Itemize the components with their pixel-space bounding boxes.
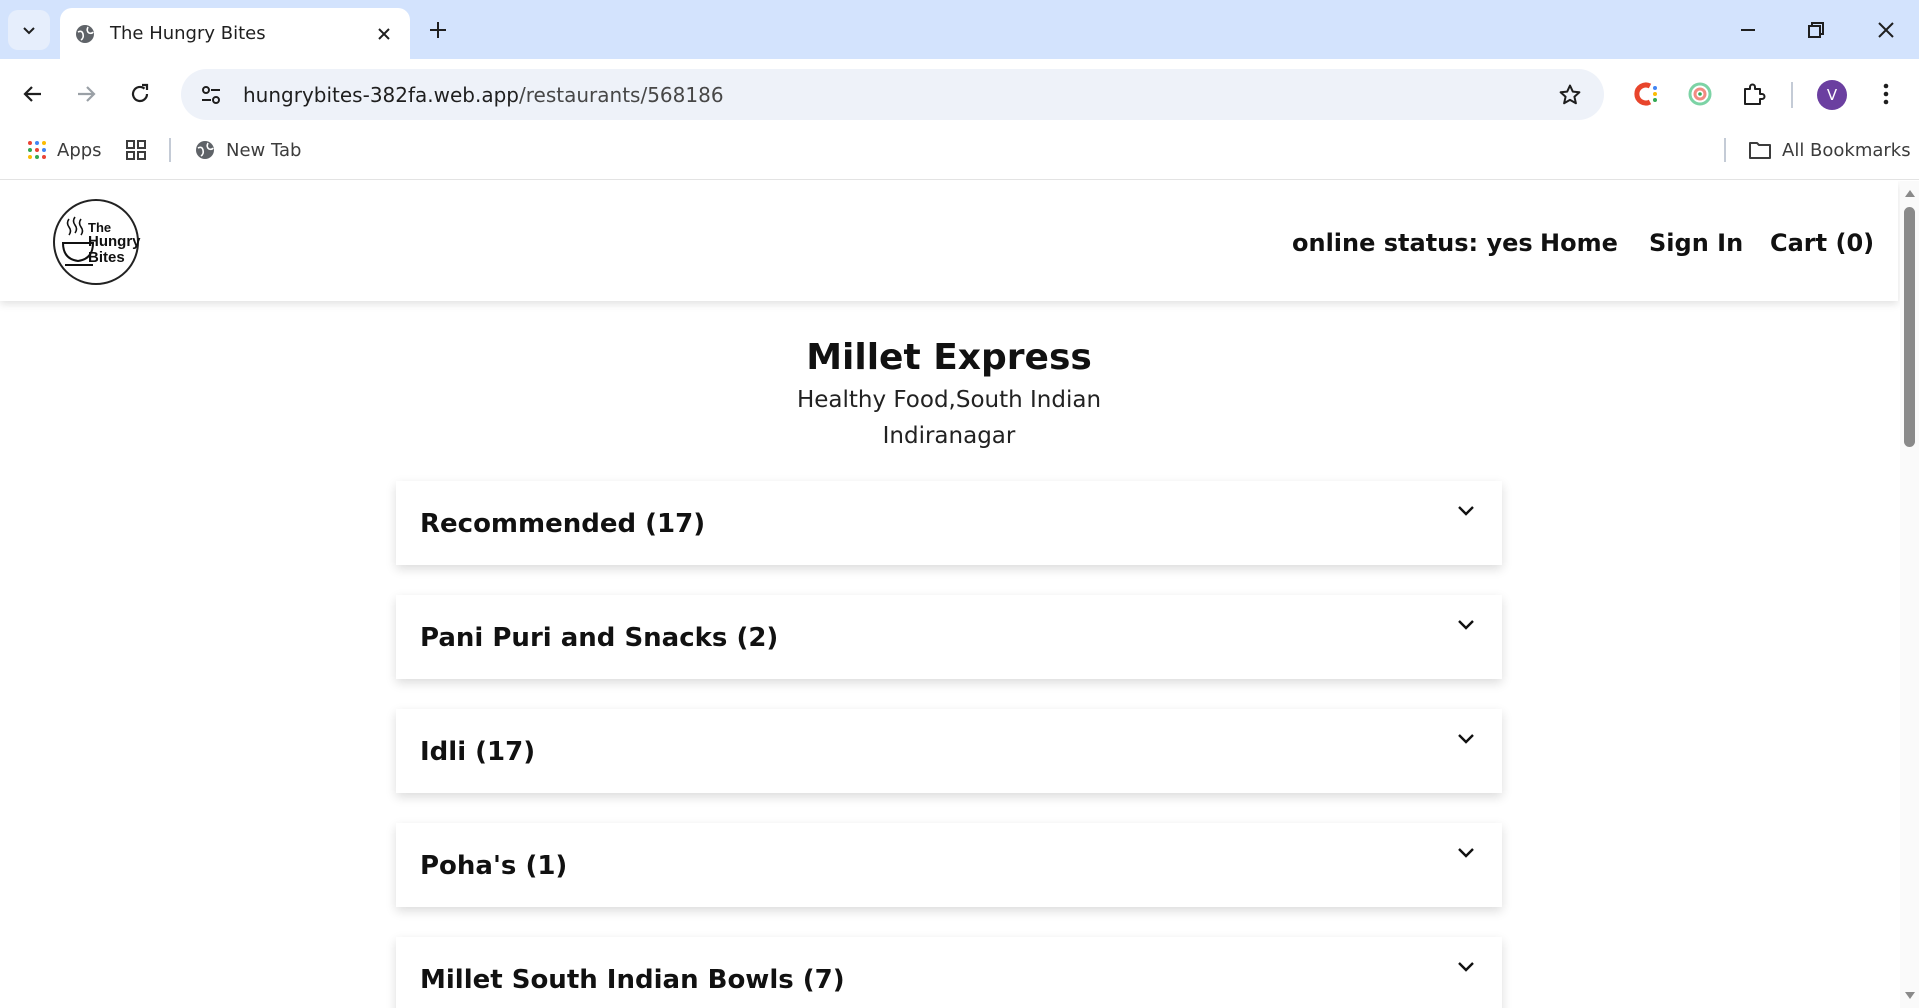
bookmark-apps-label: Apps	[57, 139, 102, 161]
logo-text-line3: Bites	[88, 249, 125, 266]
nav-home-link[interactable]: Home	[1540, 225, 1618, 261]
tab-title: The Hungry Bites	[110, 23, 266, 44]
tab-search-button[interactable]	[8, 10, 50, 50]
forward-button[interactable]	[66, 74, 106, 114]
arrow-right-icon	[78, 86, 96, 102]
url-text[interactable]: hungrybites-382fa.web.app/restaurants/56…	[243, 83, 1550, 107]
extension-c-icon[interactable]	[1626, 74, 1666, 114]
restaurant-name: Millet Express	[806, 337, 1092, 378]
bookmarks-divider	[1724, 138, 1726, 162]
menu-category-title: Millet South Indian Bowls (7)	[420, 965, 845, 995]
extension-circle-icon[interactable]	[1680, 74, 1720, 114]
web-page: The Hungry Bites online status: yes Home…	[0, 181, 1900, 1008]
restore-icon	[1808, 22, 1824, 38]
scrollbar-thumb[interactable]	[1904, 207, 1915, 447]
scroll-down-arrow-icon[interactable]	[1903, 990, 1916, 1002]
page-scrollbar[interactable]	[1900, 181, 1919, 1008]
menu-category-title: Idli (17)	[420, 737, 536, 767]
all-bookmarks-label: All Bookmarks	[1782, 139, 1911, 161]
address-bar[interactable]: hungrybites-382fa.web.app/restaurants/56…	[181, 69, 1604, 120]
bookmarks-divider	[169, 138, 171, 162]
chevron-down-icon	[1454, 841, 1478, 865]
chevron-down-icon	[1454, 727, 1478, 751]
new-tab-button[interactable]	[422, 14, 454, 46]
close-window-button[interactable]	[1866, 10, 1906, 50]
menu-category-title: Poha's (1)	[420, 851, 568, 881]
apps-grid-icon	[28, 141, 46, 159]
nav-cart-link[interactable]: Cart (0)	[1770, 225, 1874, 261]
menu-category-accordion[interactable]: Idli (17)	[396, 709, 1502, 793]
chevron-down-icon	[1454, 613, 1478, 637]
back-button[interactable]	[13, 74, 53, 114]
globe-icon	[196, 141, 214, 159]
menu-category-accordion[interactable]: Poha's (1)	[396, 823, 1502, 907]
chevron-down-icon	[1454, 499, 1478, 523]
all-bookmarks-button[interactable]: All Bookmarks	[1748, 136, 1911, 164]
globe-icon	[76, 24, 94, 43]
logo-text: The Hungry Bites	[88, 221, 141, 266]
restore-window-button[interactable]	[1796, 10, 1836, 50]
tab-groups-button[interactable]	[125, 136, 147, 164]
menu-category-title: Recommended (17)	[420, 509, 706, 539]
browser-tab-strip: The Hungry Bites	[0, 0, 1919, 59]
bookmark-apps[interactable]: Apps	[27, 136, 102, 164]
restaurant-cuisines: Healthy Food,South Indian	[796, 387, 1102, 413]
logo-text-line2: Hungry	[88, 233, 141, 250]
site-logo[interactable]: The Hungry Bites	[53, 199, 141, 285]
restaurant-area: Indiranagar	[882, 423, 1016, 449]
scroll-up-arrow-icon[interactable]	[1903, 187, 1916, 199]
menu-category-accordion[interactable]: Pani Puri and Snacks (2)	[396, 595, 1502, 679]
tab-groups-icon	[126, 140, 146, 160]
chevron-down-icon	[23, 27, 35, 35]
url-host: hungrybites-382fa.web.app	[243, 82, 520, 107]
online-status: online status: yes	[1292, 229, 1533, 257]
toolbar-divider	[1791, 82, 1793, 108]
bookmark-star-icon[interactable]	[1550, 75, 1590, 115]
bookmark-new-tab[interactable]: New Tab	[194, 136, 301, 164]
url-path: /restaurants/568186	[519, 82, 724, 107]
browser-menu-icon[interactable]	[1866, 74, 1906, 114]
arrow-left-icon	[23, 86, 41, 102]
plus-icon	[430, 22, 446, 38]
reload-icon	[131, 83, 149, 103]
extensions-puzzle-icon[interactable]	[1734, 74, 1774, 114]
minimize-window-button[interactable]	[1728, 10, 1768, 50]
menu-category-accordion[interactable]: Recommended (17)	[396, 481, 1502, 565]
close-tab-icon[interactable]	[372, 22, 396, 46]
site-header: The Hungry Bites online status: yes Home…	[0, 181, 1898, 301]
site-info-icon[interactable]	[191, 75, 231, 115]
reload-button[interactable]	[120, 74, 160, 114]
bookmark-new-tab-label: New Tab	[226, 139, 302, 161]
menu-category-title: Pani Puri and Snacks (2)	[420, 623, 779, 653]
nav-sign-in-link[interactable]: Sign In	[1649, 225, 1743, 261]
close-icon	[1878, 22, 1894, 38]
folder-icon	[1749, 142, 1771, 159]
menu-category-accordion[interactable]: Millet South Indian Bowls (7)	[396, 937, 1502, 1008]
browser-tab-active[interactable]: The Hungry Bites	[60, 8, 410, 59]
chevron-down-icon	[1454, 955, 1478, 979]
profile-avatar[interactable]: V	[1817, 80, 1847, 110]
minimize-icon	[1741, 29, 1755, 31]
